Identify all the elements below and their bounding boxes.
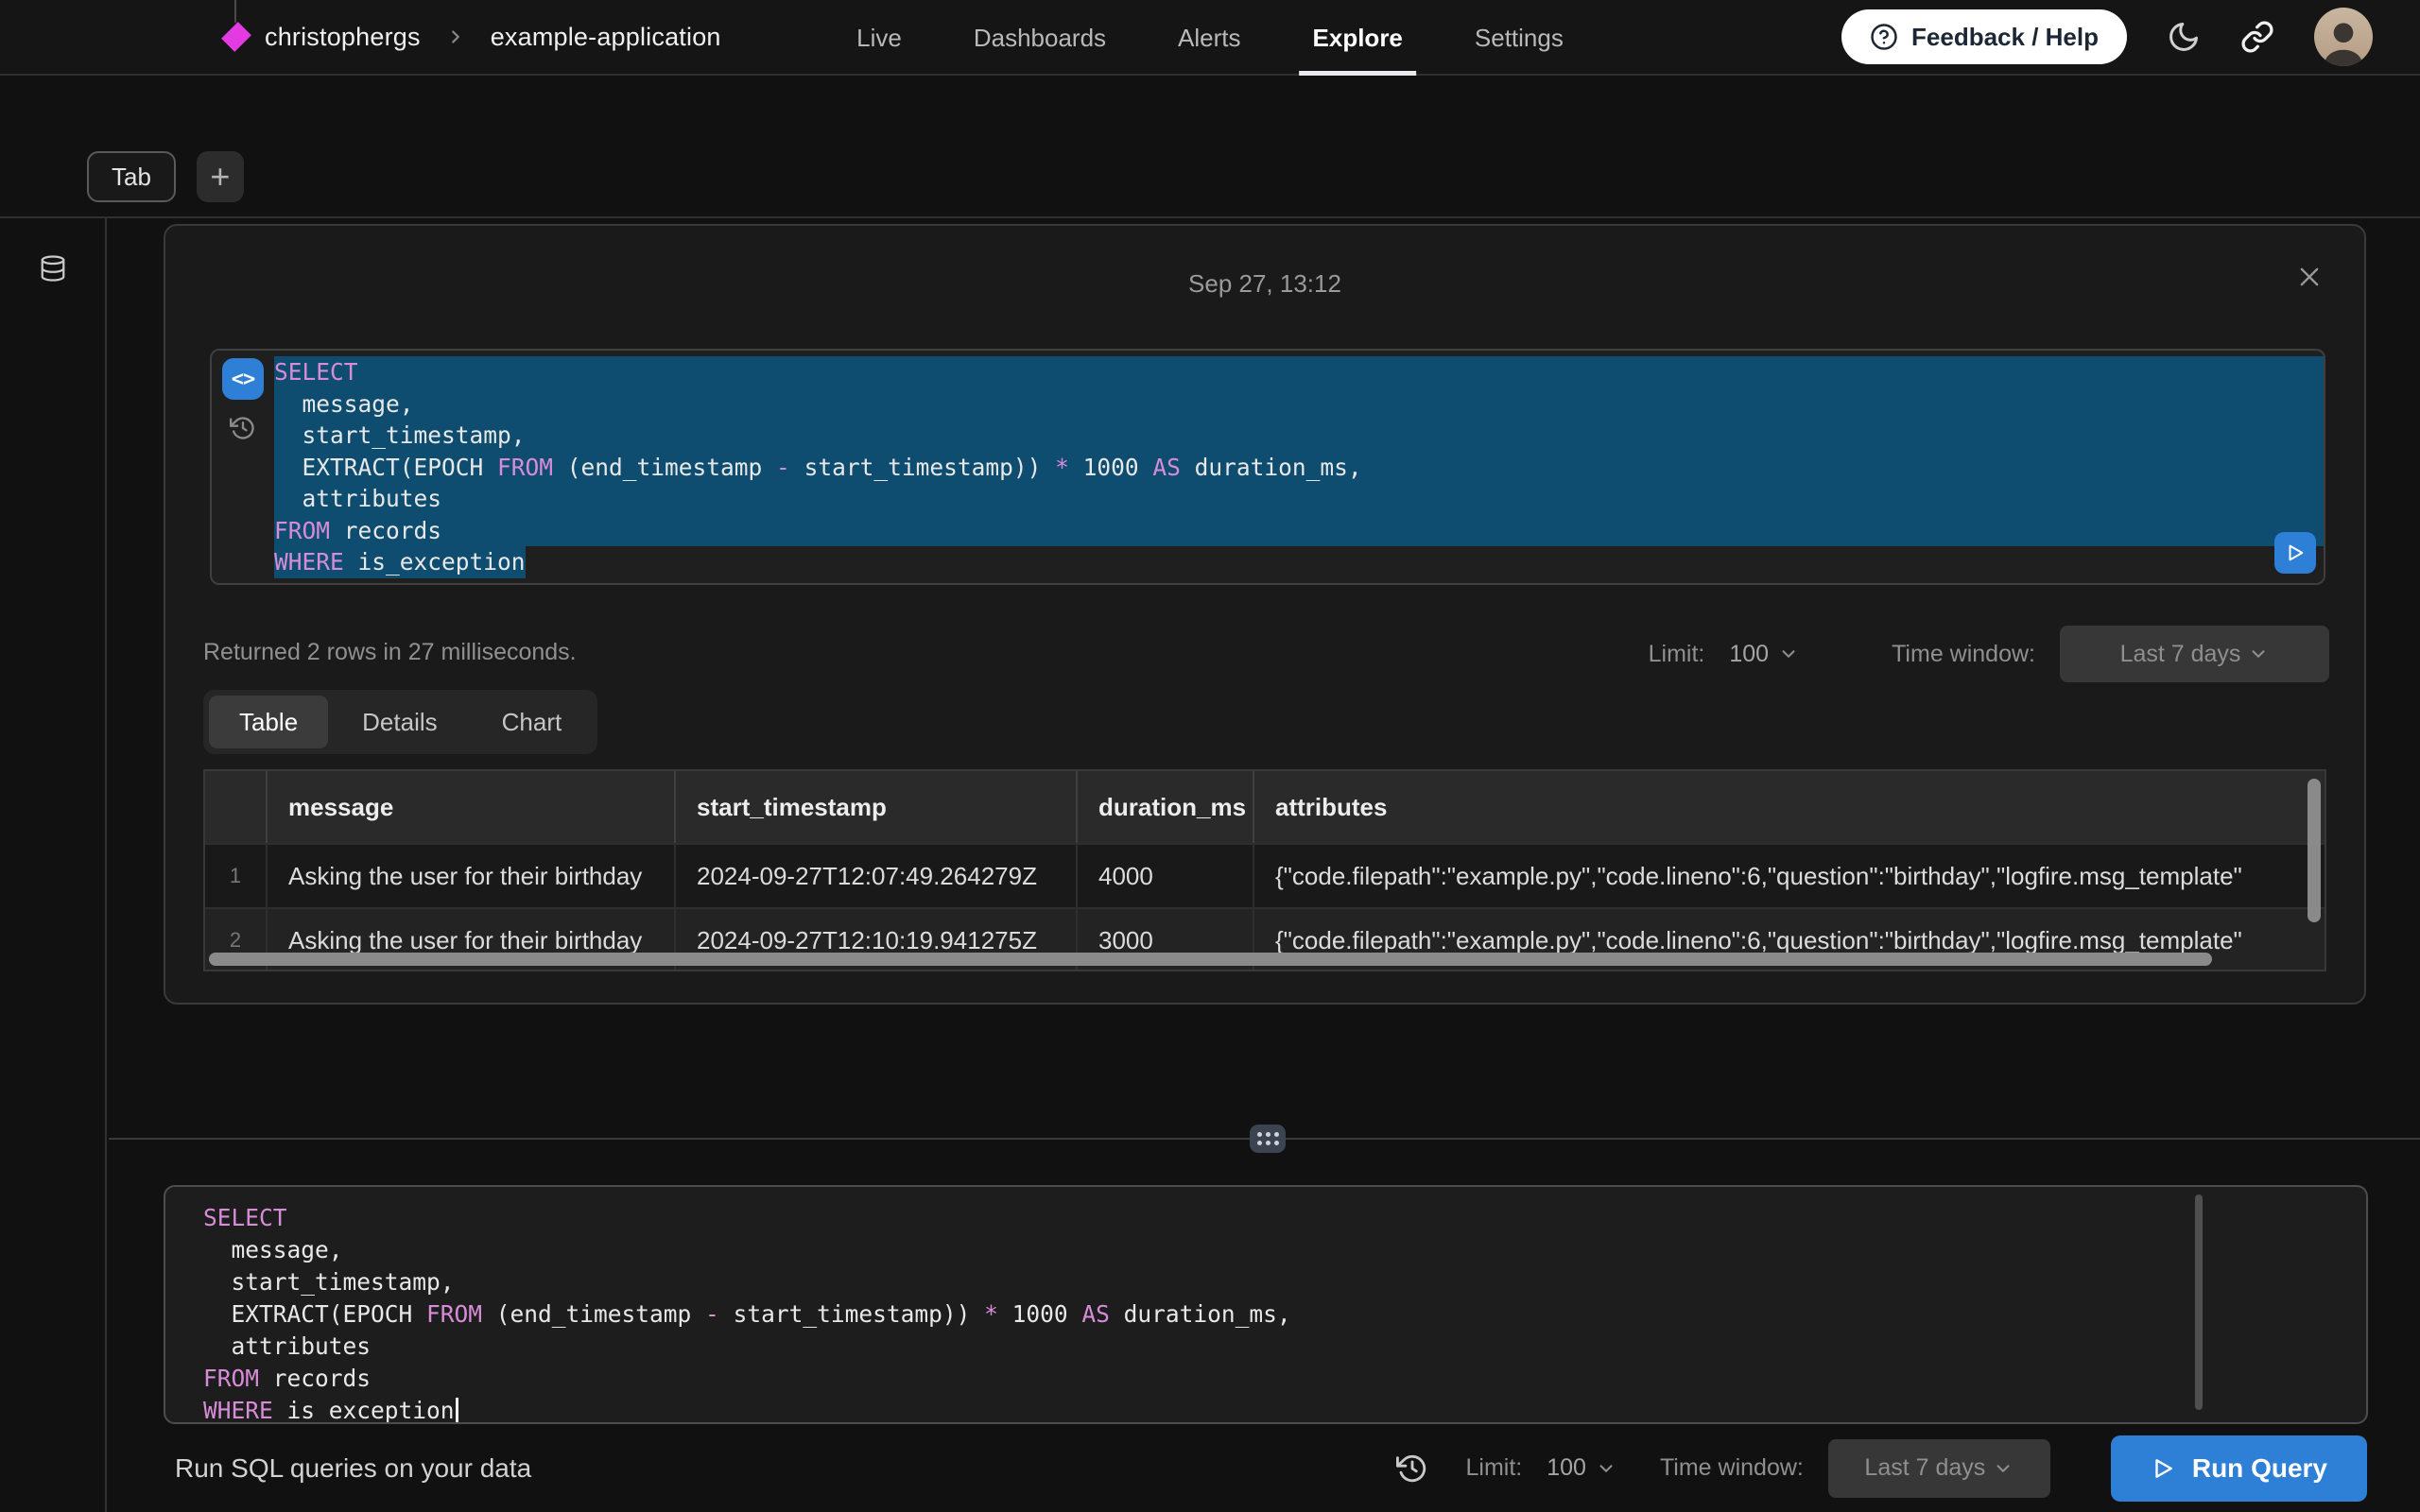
results-table: messagestart_timestampduration_msattribu… xyxy=(203,769,2326,971)
cell-duration_ms: 4000 xyxy=(1078,845,1254,907)
sql-line: SELECT xyxy=(203,1202,2366,1234)
nav-item-dashboards[interactable]: Dashboards xyxy=(974,0,1106,76)
navbar-right: Feedback / Help xyxy=(1841,8,2373,66)
result-summary: Returned 2 rows in 27 milliseconds. xyxy=(203,639,577,666)
history-icon[interactable] xyxy=(230,415,256,441)
breadcrumb-org[interactable]: christophergs xyxy=(265,23,421,52)
selected-sql-code[interactable]: SELECT message, start_timestamp, EXTRACT… xyxy=(274,351,2324,583)
feedback-help-label: Feedback / Help xyxy=(1911,23,2099,52)
app-root: christophergs example-application Live Da… xyxy=(0,0,2420,1512)
limit-select[interactable]: 100 xyxy=(1547,1454,1616,1482)
sql-line: attributes xyxy=(203,1331,2366,1363)
limit-value: 100 xyxy=(1547,1454,1586,1482)
time-window-label: Time window: xyxy=(1892,641,2035,668)
run-selection-play-button[interactable] xyxy=(2274,532,2316,574)
limit-select[interactable]: 100 xyxy=(1729,641,1799,668)
view-tab-chart[interactable]: Chart xyxy=(472,696,593,748)
cell-attributes: {"code.filepath":"example.py","code.line… xyxy=(1254,845,2325,907)
header-cell-message: message xyxy=(268,771,676,843)
limit-label: Limit: xyxy=(1466,1454,1523,1482)
nav-item-explore[interactable]: Explore xyxy=(1313,0,1403,76)
chevron-down-icon xyxy=(1993,1458,2014,1479)
meta-controls: Limit: 100 Time window: Last 7 days xyxy=(1649,626,2329,682)
breadcrumb-project[interactable]: example-application xyxy=(491,23,721,52)
sql-line: message, xyxy=(203,1234,2366,1266)
chevron-down-icon xyxy=(2248,644,2269,664)
share-link-icon[interactable] xyxy=(2240,20,2274,54)
drag-dots-icon xyxy=(1257,1132,1279,1145)
chevron-down-icon xyxy=(1596,1458,1616,1479)
sql-line: WHERE is_exception xyxy=(274,546,2324,578)
user-avatar[interactable] xyxy=(2314,8,2373,66)
time-window-value: Last 7 days xyxy=(1864,1454,1985,1482)
code-gutter: <> xyxy=(212,351,274,583)
chevron-right-icon xyxy=(445,26,466,47)
nav-item-settings[interactable]: Settings xyxy=(1475,0,1564,76)
editor-hint: Run SQL queries on your data xyxy=(175,1453,531,1484)
horizontal-scrollbar[interactable] xyxy=(209,953,2212,966)
tab-strip: Tab + xyxy=(87,151,244,202)
sql-line: FROM records xyxy=(274,515,2324,547)
sql-line: EXTRACT(EPOCH FROM (end_timestamp - star… xyxy=(274,452,2324,484)
header-cell-rownum xyxy=(205,771,268,843)
breadcrumb: christophergs example-application xyxy=(38,23,721,52)
header-cell-duration_ms: duration_ms xyxy=(1078,771,1254,843)
view-tabs: TableDetailsChart xyxy=(203,690,597,754)
time-window-select[interactable]: Last 7 days xyxy=(2060,626,2329,682)
query-timestamp: Sep 27, 13:12 xyxy=(165,269,2364,299)
run-query-label: Run Query xyxy=(2192,1453,2327,1484)
dark-mode-moon-icon[interactable] xyxy=(2167,20,2201,54)
resize-drag-handle[interactable] xyxy=(1250,1125,1286,1153)
tab-button[interactable]: Tab xyxy=(87,151,176,202)
run-query-button[interactable]: Run Query xyxy=(2111,1435,2367,1502)
nav-item-alerts[interactable]: Alerts xyxy=(1178,0,1240,76)
help-circle-icon xyxy=(1870,23,1898,51)
play-icon xyxy=(2151,1456,2175,1481)
limit-label: Limit: xyxy=(1649,641,1705,668)
time-window-label: Time window: xyxy=(1660,1454,1804,1482)
nav-item-live[interactable]: Live xyxy=(856,0,902,76)
time-window-value: Last 7 days xyxy=(2120,641,2241,668)
chevron-down-icon xyxy=(1778,644,1799,664)
bottom-controls: Limit: 100 Time window: Last 7 days Run … xyxy=(1396,1435,2368,1502)
sql-line: attributes xyxy=(274,483,2324,515)
view-tab-table[interactable]: Table xyxy=(209,696,328,748)
feedback-help-button[interactable]: Feedback / Help xyxy=(1841,9,2127,64)
limit-value: 100 xyxy=(1729,641,1769,668)
sql-editor[interactable]: SELECT message, start_timestamp, EXTRACT… xyxy=(164,1185,2368,1424)
view-tab-details[interactable]: Details xyxy=(332,696,467,748)
vertical-scrollbar[interactable] xyxy=(2308,779,2321,922)
sql-line: FROM records xyxy=(203,1363,2366,1395)
sql-line: message, xyxy=(274,388,2324,421)
sql-line: EXTRACT(EPOCH FROM (end_timestamp - star… xyxy=(203,1298,2366,1331)
header-cell-attributes: attributes xyxy=(1254,771,2325,843)
content-divider xyxy=(0,216,2420,218)
results-header-row: messagestart_timestampduration_msattribu… xyxy=(205,771,2325,843)
sql-line: start_timestamp, xyxy=(274,420,2324,452)
time-window-select[interactable]: Last 7 days xyxy=(1828,1439,2050,1498)
editor-scrollbar[interactable] xyxy=(2195,1194,2203,1410)
logo-tail xyxy=(234,0,236,23)
sql-line: start_timestamp, xyxy=(203,1266,2366,1298)
cell-message: Asking the user for their birthday xyxy=(268,845,676,907)
cell-start_timestamp: 2024-09-27T12:07:49.264279Z xyxy=(676,845,1078,907)
table-row[interactable]: 1Asking the user for their birthday2024-… xyxy=(205,843,2325,907)
top-navbar: christophergs example-application Live Da… xyxy=(0,0,2420,76)
add-tab-button[interactable]: + xyxy=(197,151,244,202)
nav-items: Live Dashboards Alerts Explore Settings xyxy=(856,0,1564,76)
query-code-block: <> SELECT message, start_timestamp, EXTR… xyxy=(210,349,2325,585)
code-icon[interactable]: <> xyxy=(222,358,264,400)
row-number: 1 xyxy=(205,845,268,907)
close-icon[interactable] xyxy=(2296,264,2323,290)
logfire-logo-icon xyxy=(221,22,251,52)
sql-line: WHERE is_exception xyxy=(203,1395,2366,1424)
bottom-bar: Run SQL queries on your data Limit: 100 … xyxy=(0,1424,2420,1512)
query-result-card: Sep 27, 13:12 <> SELECT message, start_t… xyxy=(164,224,2366,1005)
sql-line: SELECT xyxy=(274,356,2324,388)
header-cell-start_timestamp: start_timestamp xyxy=(676,771,1078,843)
query-history-icon[interactable] xyxy=(1396,1452,1428,1485)
left-sidebar xyxy=(0,218,107,1512)
database-icon[interactable] xyxy=(39,252,67,284)
text-cursor xyxy=(456,1398,458,1422)
